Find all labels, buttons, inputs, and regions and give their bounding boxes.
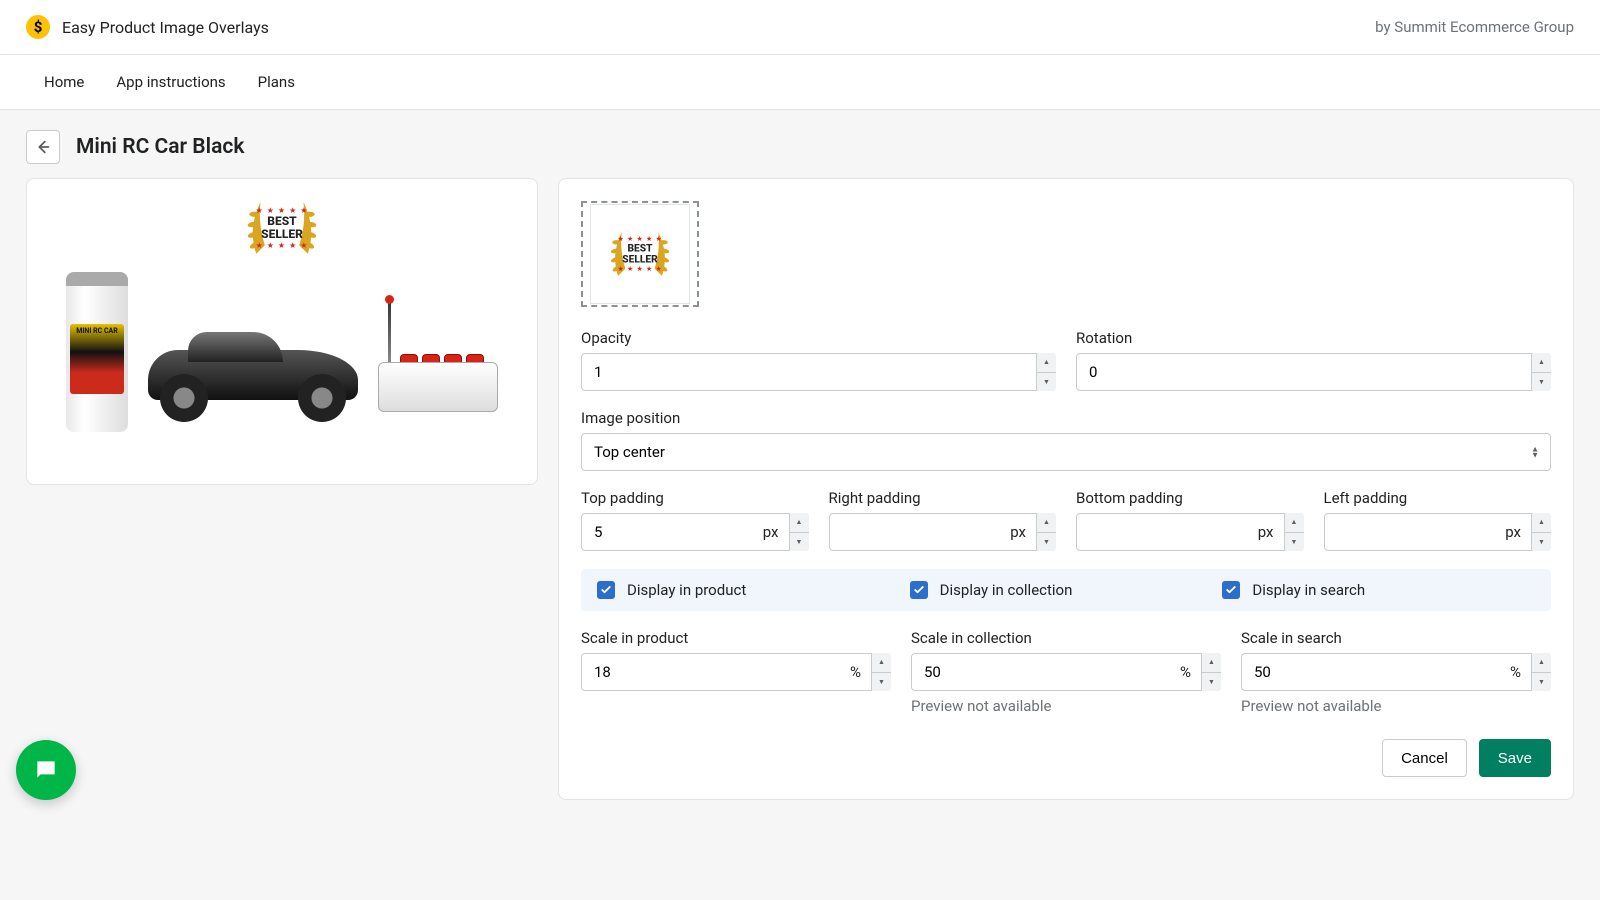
- scale-collection-input[interactable]: [911, 653, 1221, 691]
- app-logo-icon: $: [26, 15, 50, 39]
- nav-instructions[interactable]: App instructions: [116, 73, 225, 91]
- settings-card: ★ ★ ★ ★ ★ BEST SELLER ★ ★ ★ ★ ★ Opacity …: [558, 178, 1574, 800]
- scale-product-unit: %: [850, 663, 861, 681]
- chat-icon: [33, 757, 59, 783]
- nav-plans[interactable]: Plans: [258, 73, 295, 91]
- app-title: Easy Product Image Overlays: [62, 18, 269, 37]
- scale-product-stepper[interactable]: ▲▼: [871, 653, 891, 691]
- nav-bar: Home App instructions Plans: [0, 55, 1600, 110]
- image-position-label: Image position: [581, 409, 1551, 427]
- right-padding-stepper[interactable]: ▲▼: [1036, 513, 1056, 551]
- display-collection-checkbox[interactable]: [910, 581, 928, 599]
- scale-search-label: Scale in search: [1241, 629, 1551, 647]
- arrow-left-icon: [34, 138, 52, 156]
- can-label: MINI RC CAR: [70, 324, 124, 394]
- top-padding-unit: px: [763, 523, 779, 541]
- cancel-button[interactable]: Cancel: [1382, 739, 1467, 777]
- right-padding-unit: px: [1010, 523, 1026, 541]
- save-button[interactable]: Save: [1479, 739, 1551, 777]
- product-remote: [378, 312, 498, 412]
- scale-collection-hint: Preview not available: [911, 697, 1221, 715]
- vendor-label: by Summit Ecommerce Group: [1375, 18, 1574, 36]
- overlay-thumbnail: ★ ★ ★ ★ ★ BEST SELLER ★ ★ ★ ★ ★: [603, 217, 676, 290]
- badge-stars-bottom: ★ ★ ★ ★ ★: [256, 241, 309, 250]
- scale-search-hint: Preview not available: [1241, 697, 1551, 715]
- page-header: Mini RC Car Black: [0, 110, 1600, 178]
- display-search-label: Display in search: [1252, 581, 1365, 599]
- check-icon: [913, 584, 925, 596]
- top-bar: $ Easy Product Image Overlays by Summit …: [0, 0, 1600, 55]
- display-product-label: Display in product: [627, 581, 746, 599]
- image-position-select[interactable]: Top center: [581, 433, 1551, 471]
- product-preview-card: MINI RC CAR: [26, 178, 538, 485]
- top-padding-label: Top padding: [581, 489, 809, 507]
- overlay-selector[interactable]: ★ ★ ★ ★ ★ BEST SELLER ★ ★ ★ ★ ★: [581, 201, 699, 307]
- scale-collection-unit: %: [1180, 663, 1191, 681]
- rotation-stepper[interactable]: ▲▼: [1531, 353, 1551, 391]
- bottom-padding-stepper[interactable]: ▲▼: [1284, 513, 1304, 551]
- right-padding-label: Right padding: [829, 489, 1057, 507]
- display-search-checkbox[interactable]: [1222, 581, 1240, 599]
- display-collection-label: Display in collection: [940, 581, 1073, 599]
- product-can: MINI RC CAR: [66, 272, 128, 432]
- scale-product-input[interactable]: [581, 653, 891, 691]
- opacity-stepper[interactable]: ▲▼: [1036, 353, 1056, 391]
- back-button[interactable]: [26, 130, 60, 164]
- badge-line2: SELLER: [256, 228, 309, 241]
- left-padding-label: Left padding: [1324, 489, 1552, 507]
- chat-fab[interactable]: [16, 740, 76, 800]
- top-padding-stepper[interactable]: ▲▼: [789, 513, 809, 551]
- check-icon: [1225, 584, 1237, 596]
- nav-home[interactable]: Home: [44, 73, 84, 91]
- bottom-padding-unit: px: [1258, 523, 1274, 541]
- scale-search-input[interactable]: [1241, 653, 1551, 691]
- product-image: MINI RC CAR: [27, 179, 537, 484]
- display-options-row: Display in product Display in collection…: [581, 569, 1551, 611]
- rotation-label: Rotation: [1076, 329, 1551, 347]
- display-product-checkbox[interactable]: [597, 581, 615, 599]
- scale-product-label: Scale in product: [581, 629, 891, 647]
- page-title: Mini RC Car Black: [76, 135, 244, 159]
- bottom-padding-label: Bottom padding: [1076, 489, 1304, 507]
- scale-search-unit: %: [1510, 663, 1521, 681]
- overlay-badge: ★ ★ ★ ★ ★ BEST SELLER ★ ★ ★ ★ ★: [239, 185, 325, 271]
- opacity-label: Opacity: [581, 329, 1056, 347]
- scale-search-stepper[interactable]: ▲▼: [1531, 653, 1551, 691]
- rotation-input[interactable]: [1076, 353, 1551, 391]
- check-icon: [600, 584, 612, 596]
- select-arrows-icon: ▲▼: [1531, 446, 1539, 457]
- scale-collection-label: Scale in collection: [911, 629, 1221, 647]
- scale-collection-stepper[interactable]: ▲▼: [1201, 653, 1221, 691]
- product-car: [138, 322, 368, 422]
- left-padding-stepper[interactable]: ▲▼: [1531, 513, 1551, 551]
- left-padding-unit: px: [1505, 523, 1521, 541]
- opacity-input[interactable]: [581, 353, 1056, 391]
